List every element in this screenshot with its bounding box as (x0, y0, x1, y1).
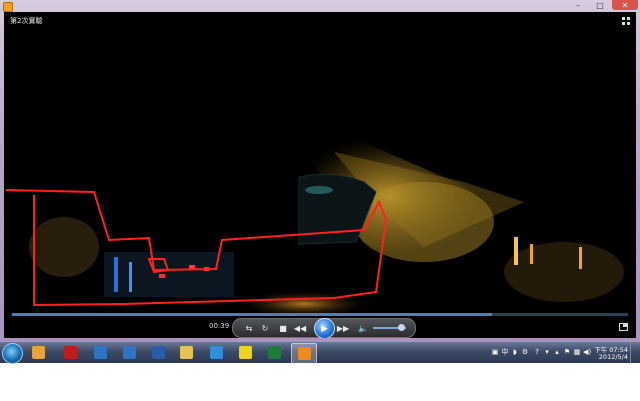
switch-to-library-icon[interactable] (619, 323, 628, 331)
video-area[interactable]: 第2次實驗 00:39 ⇆ ↻ ■ ◀◀ ▶ ▶▶ 🔈 (4, 12, 636, 338)
start-button[interactable] (2, 343, 23, 364)
action-center-icon[interactable]: ⚑ (563, 348, 571, 356)
close-button[interactable]: ✕ (612, 0, 638, 10)
taskbar-button-flash-app[interactable] (233, 343, 257, 362)
fullscreen-icon[interactable] (622, 17, 630, 25)
help-icon[interactable]: ? (533, 348, 541, 356)
ime-settings-icon[interactable]: ⚙ (521, 348, 529, 356)
video-frame (4, 12, 636, 338)
ime-options-icon[interactable]: ▾ (543, 348, 551, 356)
stop-button[interactable]: ■ (277, 322, 289, 334)
taskbar-button-folder-app[interactable] (26, 343, 50, 362)
folder-app-icon (31, 346, 45, 359)
media-player-app-icon (3, 2, 13, 12)
network-icon[interactable]: ▦ (573, 348, 581, 356)
flash-app-icon (238, 346, 252, 359)
repeat-button[interactable]: ↻ (259, 322, 271, 334)
ime-mode-icon[interactable]: ◗ (511, 348, 519, 356)
mute-button[interactable]: 🔈 (357, 322, 369, 334)
media-player-window: – □ ✕ 第2次實驗 00:39 ⇆ ↻ ■ ◀◀ ▶ ▶▶ 🔈 (0, 0, 640, 342)
taskbar-button-excel[interactable] (262, 343, 286, 362)
taskbar-button-internet-explorer[interactable] (204, 343, 228, 362)
next-button[interactable]: ▶▶ (337, 322, 349, 334)
word-icon (151, 346, 165, 359)
video-title: 第2次實驗 (10, 17, 43, 25)
internet-explorer-icon (209, 346, 223, 359)
title-bar[interactable]: – □ ✕ (0, 0, 640, 12)
volume-icon[interactable]: ◀) (583, 348, 591, 356)
previous-button[interactable]: ◀◀ (294, 322, 306, 334)
media-player-icon (297, 347, 311, 360)
excel-icon (267, 346, 281, 359)
explorer-icon (179, 346, 193, 359)
playback-controls: ⇆ ↻ ■ ◀◀ ▶ ▶▶ 🔈 (232, 318, 416, 338)
network-app-icon-1 (93, 346, 107, 359)
clock-date[interactable]: 2012/5/4 (599, 353, 628, 361)
ime-indicator[interactable]: 中 (501, 348, 509, 356)
show-desktop-button[interactable] (630, 342, 640, 363)
taskbar-button-network-app-2[interactable] (117, 343, 141, 362)
elapsed-time: 00:39 (209, 322, 230, 330)
system-tray: ▣ 中 ◗ ⚙ ? ▾ ▴ ⚑ ▦ ◀) 下午 07:54 2012/5/4 (489, 342, 640, 363)
network-app-icon-2 (122, 346, 136, 359)
shuffle-button[interactable]: ⇆ (243, 322, 255, 334)
play-button[interactable]: ▶ (314, 318, 335, 338)
seek-bar-fill (12, 313, 493, 316)
taskbar-button-network-app-1[interactable] (88, 343, 112, 362)
seek-bar[interactable] (12, 313, 628, 316)
taskbar-button-media-player[interactable] (291, 343, 317, 364)
keyboard-icon[interactable]: ▣ (491, 348, 499, 356)
taskbar-button-word[interactable] (146, 343, 170, 362)
taskbar-button-adobe-reader[interactable] (58, 343, 82, 362)
minimize-button[interactable]: – (568, 0, 588, 10)
volume-slider-handle[interactable] (398, 324, 406, 331)
tray-overflow-icon[interactable]: ▴ (553, 348, 561, 356)
maximize-button[interactable]: □ (590, 0, 610, 10)
taskbar-button-explorer[interactable] (174, 343, 198, 362)
adobe-reader-icon (63, 346, 77, 359)
taskbar: ▣ 中 ◗ ⚙ ? ▾ ▴ ⚑ ▦ ◀) 下午 07:54 2012/5/4 (0, 342, 640, 364)
